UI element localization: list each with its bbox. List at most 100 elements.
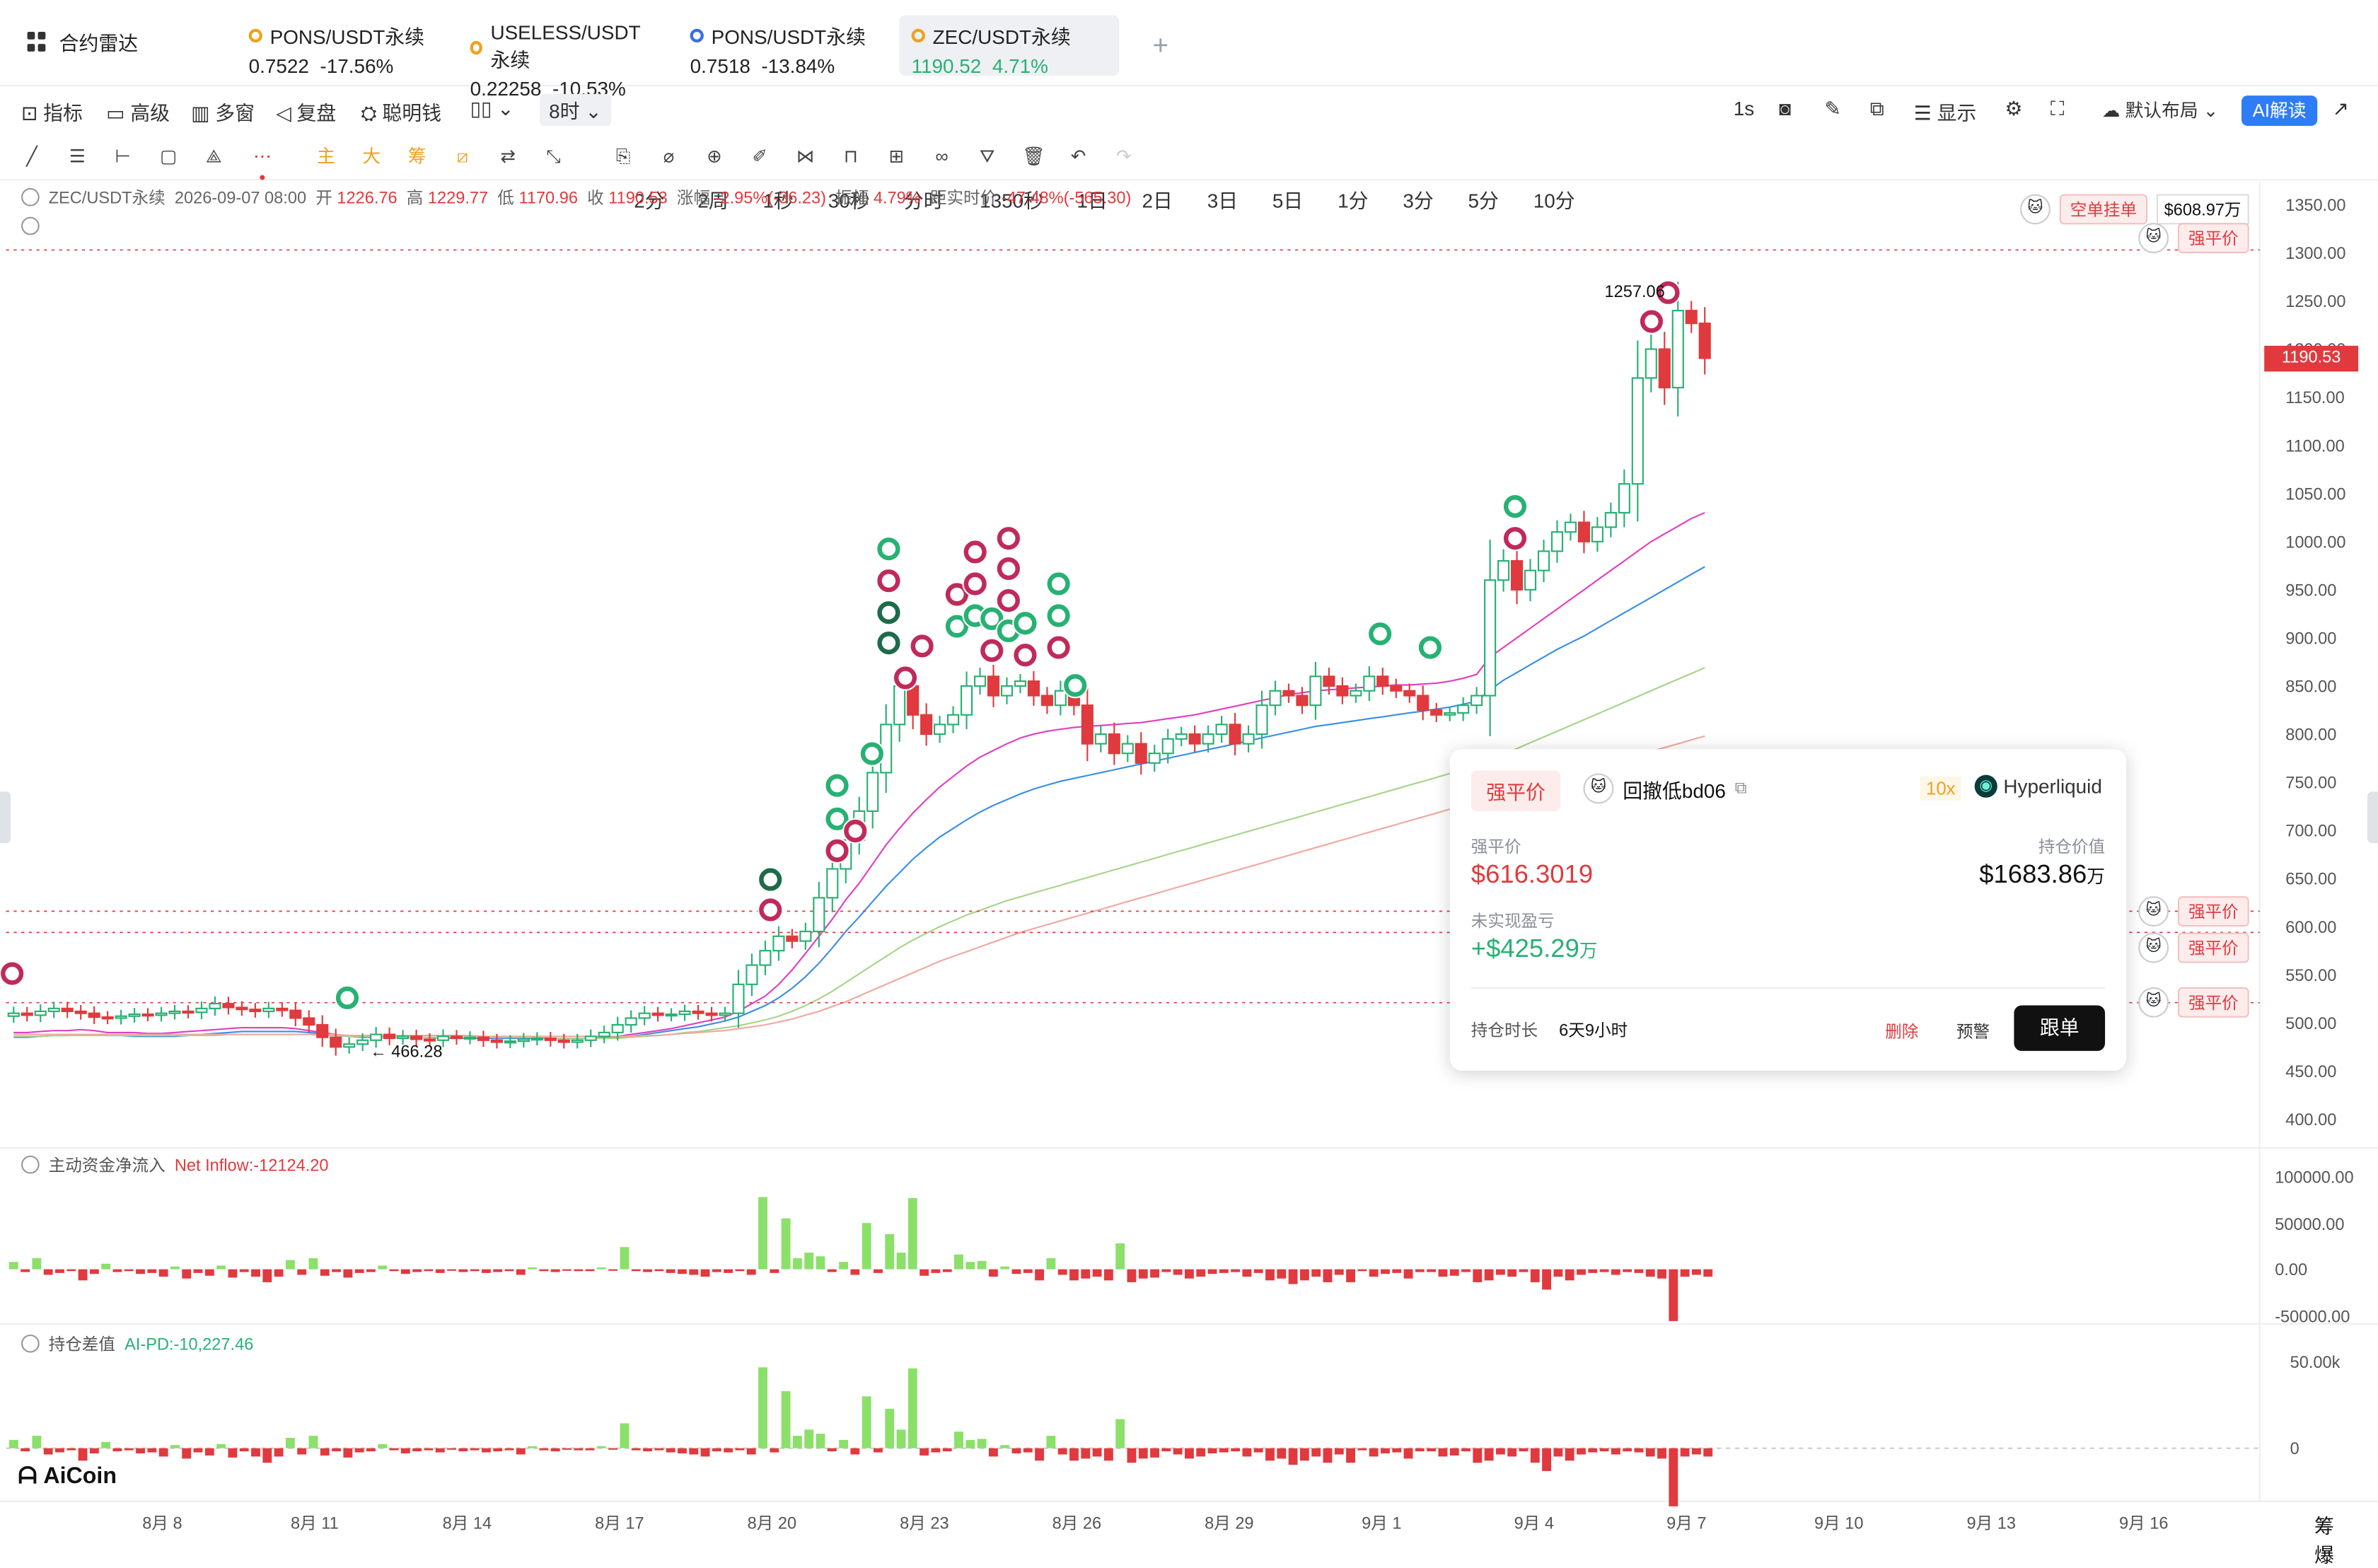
copy-icon[interactable]: ⧉ (1735, 779, 1747, 798)
chips-button[interactable]: 筹 (407, 146, 428, 167)
right-collapse-handle[interactable] (2367, 791, 2378, 844)
follow-button[interactable]: 跟单 (2014, 1005, 2106, 1051)
fullscreen-icon[interactable]: ⛶ (2051, 97, 2065, 121)
candle (1027, 670, 1040, 706)
ai-analysis-button[interactable]: AI解读 (2241, 95, 2318, 126)
share-icon[interactable]: ⧉ (1870, 97, 1884, 121)
display-button[interactable]: ☰ 显示 (1914, 97, 1977, 126)
candle-body (772, 935, 785, 952)
collapse-icon[interactable] (21, 1334, 40, 1353)
chart-type-dropdown[interactable]: ▯▯ ⌄ (470, 97, 514, 121)
interval-1s[interactable]: 1s (1734, 97, 1754, 120)
y-tick-label: 1250.00 (2285, 292, 2345, 310)
inflow-bar (1011, 1269, 1021, 1274)
inflow-bars (8, 1197, 1713, 1321)
pd-bar (170, 1445, 180, 1448)
advanced-button[interactable]: ▭ 高级 (106, 97, 170, 126)
alert-button[interactable]: 预警 (1956, 1019, 1990, 1043)
hline-tool-icon[interactable]: ☰ (66, 146, 88, 167)
line-tool-icon[interactable]: ╱ (21, 146, 42, 167)
camera-icon[interactable]: ◙ (1779, 97, 1791, 120)
short-order-tag[interactable]: 🐱 空单挂单 $608.97万 (2019, 194, 2249, 225)
tab-zec[interactable]: ZEC/USDT永续 1190.52 4.71% (899, 15, 1120, 77)
corner-tools[interactable]: 筹 爆 (2314, 1511, 2378, 1568)
edit-icon[interactable]: ⊞ (886, 146, 907, 167)
x-tick-label: 9月 13 (1967, 1514, 2016, 1532)
candle (330, 1028, 342, 1056)
card-user[interactable]: 🐱 回撤低bd06 ⧉ (1583, 773, 1747, 804)
left-collapse-handle[interactable] (0, 791, 11, 844)
liq-tag-1[interactable]: 🐱 强平价 (2138, 896, 2249, 927)
cat-avatar-icon: 🐱 (2019, 194, 2051, 225)
indicator-button[interactable]: ⊡ 指标 (21, 97, 83, 126)
pd-bar (988, 1448, 998, 1457)
zoom-icon[interactable]: ⊕ (704, 146, 725, 167)
liq-tag-3[interactable]: 🐱 强平价 (2138, 987, 2249, 1018)
candle-body (1121, 743, 1134, 755)
inflow-bar (285, 1260, 295, 1270)
copy-icon[interactable]: ⎘ (613, 146, 634, 167)
pattern-tool-icon[interactable]: ⟁ (203, 146, 224, 167)
inflow-bar (1323, 1269, 1333, 1282)
rect-tool-icon[interactable]: ▢ (158, 146, 179, 167)
inflow-bar (1092, 1269, 1102, 1277)
brush-icon[interactable]: ✐ (749, 146, 770, 167)
candle-body (1618, 483, 1630, 514)
interval-selected-label: 8时 (549, 100, 580, 123)
tab-pons-2[interactable]: PONS/USDT永续 0.7518 -13.84% (678, 15, 890, 77)
pd-bar (1092, 1448, 1102, 1457)
contract-radar-button[interactable]: 合约雷达 (27, 28, 138, 57)
candle (74, 1004, 87, 1020)
candle-body (1564, 521, 1577, 533)
ray-tool-icon[interactable]: ⊢ (112, 146, 134, 167)
smart-money-button[interactable]: ⛭ 聪明钱 (361, 97, 441, 126)
inflow-bar (585, 1269, 595, 1272)
interval-selected[interactable]: 8时 ⌄ (540, 93, 611, 126)
liq-tag-top[interactable]: 🐱 强平价 (2138, 223, 2249, 254)
ruler-icon[interactable]: ⌀ (659, 146, 680, 167)
tab-useless[interactable]: USELESS/USDT永续 0.22258 -10.53% (458, 15, 671, 100)
collapse-icon[interactable] (21, 1155, 40, 1174)
liq-tag-2[interactable]: 🐱 强平价 (2138, 932, 2249, 963)
main-force-button[interactable]: 主 (315, 146, 337, 167)
inflow-bar (1369, 1269, 1379, 1277)
inflow-bar (1669, 1269, 1678, 1321)
percent-tool-icon[interactable]: ⧄ (452, 146, 473, 167)
candle (625, 1010, 637, 1033)
candle (1658, 332, 1671, 405)
candle (1510, 546, 1524, 605)
avatar-face (340, 991, 354, 1005)
external-link-icon[interactable]: ↗ (2333, 97, 2349, 121)
candle (316, 1015, 329, 1047)
redo-icon[interactable]: ↷ (1113, 146, 1135, 167)
measure-tool-icon[interactable]: ⤡ (543, 146, 564, 167)
add-tab-button[interactable]: + (1153, 30, 1169, 62)
replay-button[interactable]: ◁ 复盘 (276, 97, 336, 126)
candle (799, 922, 812, 950)
pd-bar (631, 1448, 641, 1451)
pd-bar (1703, 1448, 1713, 1457)
trader-marker (334, 985, 361, 1011)
big-order-button[interactable]: 大 (361, 146, 382, 167)
link-icon[interactable]: ∞ (931, 146, 952, 167)
pd-tick-label: 0 (2290, 1439, 2299, 1458)
tab-pons-1[interactable]: PONS/USDT永续 0.7522 -17.56% (236, 15, 448, 77)
more-tools-icon[interactable]: ⋯• (252, 146, 273, 188)
inflow-bar (124, 1269, 134, 1272)
lock-icon[interactable]: ⊓ (840, 146, 862, 167)
layout-dropdown[interactable]: ☁ 默认布局 ⌄ (2102, 97, 2219, 122)
settings-icon[interactable]: ⚙ (2005, 97, 2023, 121)
undo-icon[interactable]: ↶ (1067, 146, 1089, 167)
magnet-icon[interactable]: ⋈ (795, 146, 816, 167)
compare-tool-icon[interactable]: ⇄ (497, 146, 518, 167)
pen-icon[interactable]: ✎ (1824, 97, 1840, 121)
pd-bar (965, 1439, 975, 1448)
trash-icon[interactable]: 🗑 (1022, 146, 1045, 167)
inflow-bar (412, 1269, 422, 1272)
multi-window-button[interactable]: ▥ 多窗 (191, 97, 255, 126)
delete-button[interactable]: 删除 (1885, 1019, 1918, 1043)
pd-bar (343, 1448, 353, 1458)
y-tick-label: 500.00 (2285, 1014, 2336, 1033)
filter-icon[interactable]: ⛛ (977, 146, 998, 167)
short-order-value: $608.97万 (2156, 194, 2249, 225)
